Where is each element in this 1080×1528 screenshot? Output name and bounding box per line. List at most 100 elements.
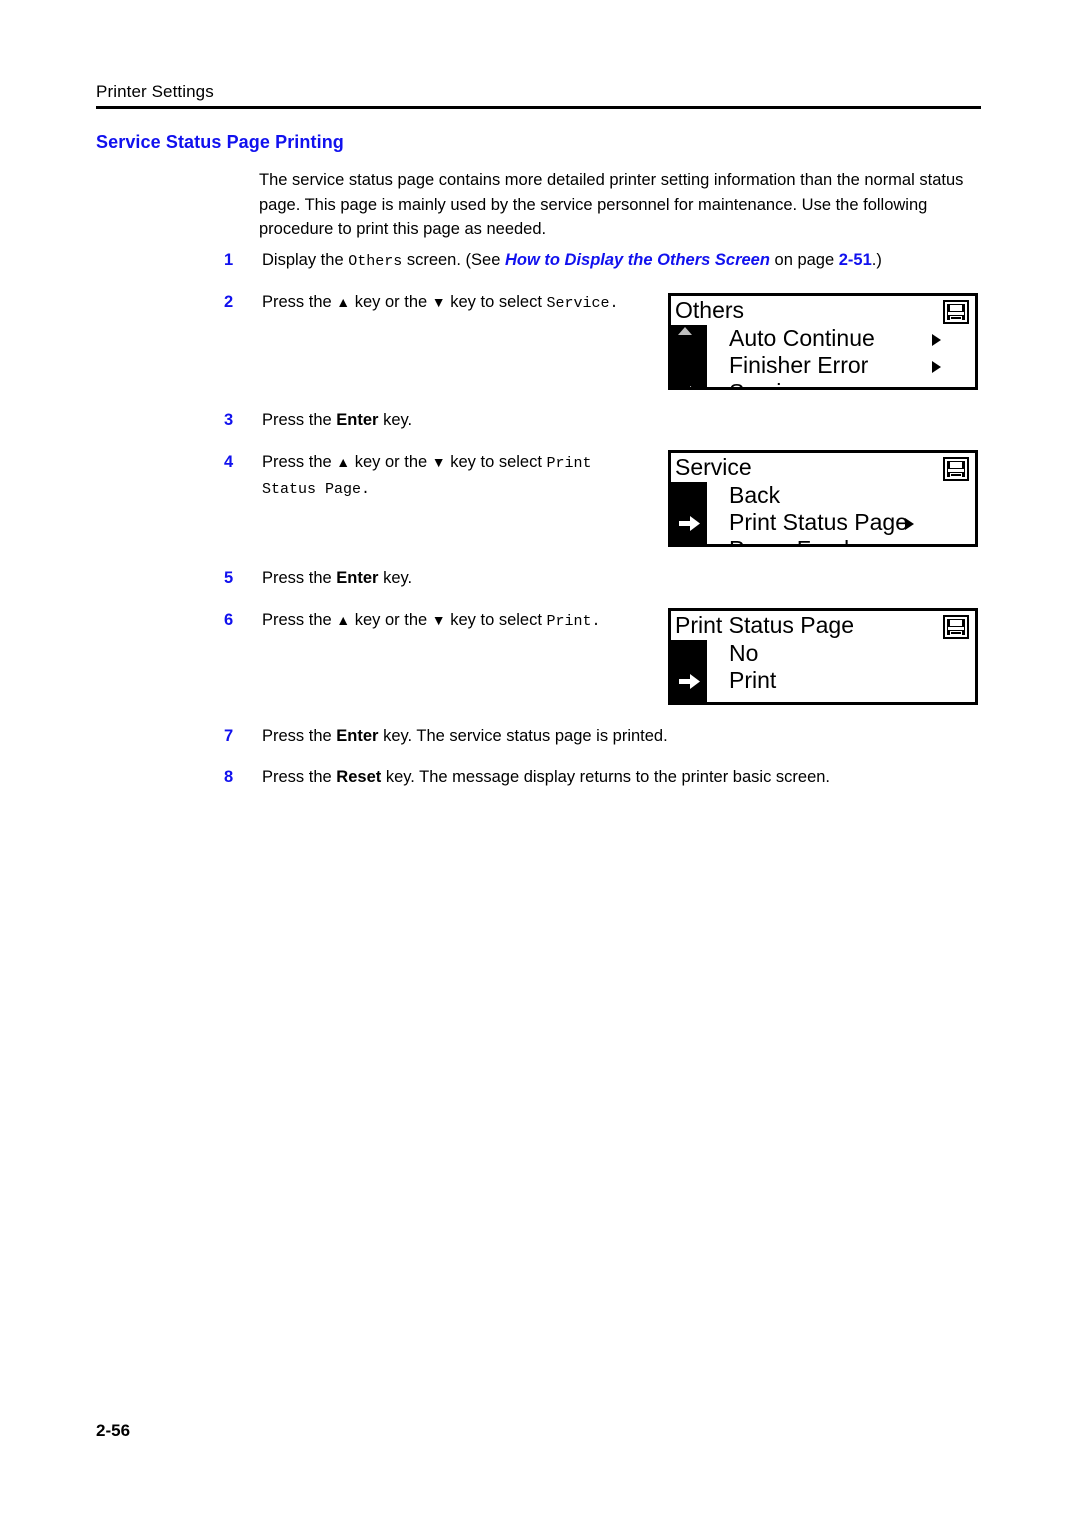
lcd-menu-item-label: Finisher Error: [729, 352, 869, 378]
lcd-menu-list: No Print: [679, 640, 975, 702]
up-arrow-icon: ▲: [336, 612, 351, 628]
page-number: 2-56: [96, 1421, 131, 1440]
lcd-menu-list: Auto Continue Finisher Error Service: [690, 325, 975, 390]
step-text-segment: screen. (See: [402, 251, 505, 269]
lcd-panel-others: Others Auto Continue Finisher Error: [668, 293, 978, 390]
step-text-segment: Press the: [262, 611, 337, 629]
selection-cursor-icon: [678, 672, 701, 689]
lcd-menu-item-label: No: [729, 640, 759, 666]
step-text-segment: on page: [769, 251, 839, 269]
step-code-print: Print.: [546, 613, 601, 630]
lcd-menu-item[interactable]: No: [707, 640, 975, 667]
step-text: Press the ▲ key or the ▼ key to select P…: [262, 608, 654, 634]
lcd-menu-item-label: Back: [729, 482, 781, 508]
step-text-segment: key or the: [350, 453, 432, 471]
lcd-title: Print Status Page: [675, 612, 854, 638]
submenu-arrow-icon: [905, 545, 914, 547]
step-number: 3: [224, 411, 234, 429]
lcd-menu-item-selected[interactable]: Print: [679, 667, 975, 694]
step-number: 7: [224, 727, 234, 745]
scroll-up-indicator-icon: [678, 327, 692, 335]
lcd-menu-item-label: Print: [729, 667, 777, 693]
step-text-segment: key to select: [445, 453, 547, 471]
step-text-segment: .): [871, 251, 882, 269]
lcd-menu-item-label: Print Status Page: [729, 509, 908, 535]
lcd-menu-item[interactable]: Back: [707, 482, 975, 509]
step-text-segment: key or the: [350, 611, 432, 629]
lcd-panel-service: Service Back Print Status Page: [668, 450, 978, 547]
lcd-menu-item[interactable]: Paper Feed: [707, 536, 975, 547]
header-divider-rule: [96, 106, 981, 109]
page-title: Service Status Page Printing: [96, 132, 344, 152]
step-text-segment: Press the: [262, 293, 337, 311]
lcd-panel-print-status-page: Print Status Page No Print: [668, 608, 978, 705]
lcd-menu-item[interactable]: Auto Continue: [707, 325, 975, 352]
submenu-arrow-icon: [905, 518, 914, 530]
lcd-scroll-rail: [671, 482, 707, 544]
step-4: 4 Press the ▲ key or the ▼ key to select…: [224, 450, 624, 502]
step-text-segment: Press the: [262, 727, 337, 745]
lcd-menu-item-selected[interactable]: Print Status Page: [679, 509, 975, 536]
lcd-scroll-rail: [671, 325, 707, 387]
step-8: 8 Press the Reset key. The message displ…: [224, 765, 944, 789]
step-text-segment: key to select: [445, 611, 547, 629]
step-code-service: Service.: [546, 295, 619, 312]
step-text: Display the Others screen. (See How to D…: [262, 248, 964, 274]
step-text-segment: Press the: [262, 453, 337, 471]
step-text: Press the ▲ key or the ▼ key to select P…: [262, 450, 624, 502]
cross-reference-link[interactable]: How to Display the Others Screen: [505, 251, 770, 269]
step-text-segment: key to select: [445, 293, 547, 311]
step-text-segment: Press the: [262, 411, 337, 429]
step-6: 6 Press the ▲ key or the ▼ key to select…: [224, 608, 654, 634]
step-number: 6: [224, 611, 234, 629]
submenu-arrow-icon: [932, 388, 941, 390]
step-text: Press the ▲ key or the ▼ key to select S…: [262, 290, 654, 316]
running-header: Printer Settings: [96, 82, 214, 101]
up-arrow-icon: ▲: [336, 454, 351, 470]
page-reference-link[interactable]: 2-51: [839, 251, 872, 269]
lcd-title: Service: [675, 454, 752, 480]
step-text-segment: Press the: [262, 768, 337, 786]
step-text-segment: Display the: [262, 251, 349, 269]
lcd-scroll-rail: [671, 640, 707, 702]
step-5: 5 Press the Enter key.: [224, 566, 654, 590]
lcd-menu-item-label: Paper Feed: [729, 536, 849, 544]
up-arrow-icon: ▲: [336, 294, 351, 310]
key-name-enter: Enter: [336, 411, 379, 429]
step-number: 5: [224, 569, 234, 587]
printer-icon: [943, 615, 969, 639]
lcd-menu-item-selected[interactable]: Service: [690, 379, 975, 390]
selection-cursor-icon: [678, 384, 701, 387]
step-1: 1 Display the Others screen. (See How to…: [224, 248, 964, 274]
step-number: 2: [224, 293, 234, 311]
step-number: 8: [224, 768, 234, 786]
step-text-segment: key.: [378, 411, 413, 429]
step-text-segment: key.: [378, 569, 413, 587]
key-name-reset: Reset: [336, 768, 382, 786]
step-text: Press the Reset key. The message display…: [262, 765, 944, 789]
submenu-arrow-icon: [932, 334, 941, 346]
step-number: 1: [224, 251, 234, 269]
lcd-menu-list: Back Print Status Page Paper Feed: [679, 482, 975, 547]
down-arrow-icon: ▼: [431, 294, 446, 310]
step-code-others: Others: [348, 253, 403, 270]
document-page: Printer Settings Service Status Page Pri…: [0, 0, 1080, 1528]
lcd-menu-item-label: Auto Continue: [729, 325, 875, 351]
key-name-enter: Enter: [336, 569, 379, 587]
key-name-enter: Enter: [336, 727, 379, 745]
step-text: Press the Enter key.: [262, 566, 654, 590]
step-number: 4: [224, 453, 234, 471]
step-text-segment: Press the: [262, 569, 337, 587]
step-7: 7 Press the Enter key. The service statu…: [224, 724, 944, 748]
down-arrow-icon: ▼: [431, 454, 446, 470]
step-3: 3 Press the Enter key.: [224, 408, 654, 432]
selection-cursor-icon: [678, 514, 701, 531]
down-arrow-icon: ▼: [431, 612, 446, 628]
intro-paragraph: The service status page contains more de…: [259, 171, 964, 238]
printer-icon: [943, 457, 969, 481]
lcd-menu-item[interactable]: Finisher Error: [707, 352, 975, 379]
submenu-arrow-icon: [932, 361, 941, 373]
step-text-segment: key. The message display returns to the …: [381, 768, 831, 786]
step-2: 2 Press the ▲ key or the ▼ key to select…: [224, 290, 654, 316]
step-text: Press the Enter key. The service status …: [262, 724, 944, 748]
